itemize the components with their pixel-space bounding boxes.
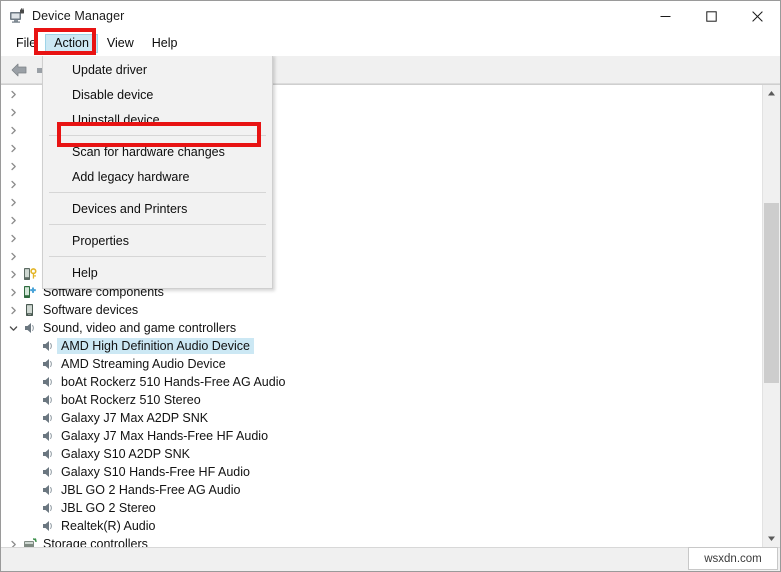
menu-item-scan-for-hardware-changes[interactable]: Scan for hardware changes xyxy=(43,139,272,164)
tree-row-label: Software devices xyxy=(43,303,139,317)
window-title: Device Manager xyxy=(32,9,125,23)
menu-separator xyxy=(49,256,266,257)
menu-view[interactable]: View xyxy=(98,34,143,54)
chevron-right-icon[interactable] xyxy=(5,288,21,297)
title-bar: Device Manager xyxy=(1,1,780,31)
tree-row-label: Galaxy J7 Max A2DP SNK xyxy=(61,411,209,425)
chevron-right-icon[interactable] xyxy=(5,234,21,243)
menu-separator xyxy=(49,192,266,193)
close-button[interactable] xyxy=(734,1,780,31)
chevron-down-icon[interactable] xyxy=(5,324,21,333)
vertical-scrollbar[interactable] xyxy=(762,85,780,547)
tree-row[interactable]: Storage controllers xyxy=(1,535,762,547)
tree-row-label: boAt Rockerz 510 Stereo xyxy=(61,393,201,407)
tree-row[interactable]: Realtek(R) Audio xyxy=(1,517,762,535)
menu-item-uninstall-device[interactable]: Uninstall device xyxy=(43,107,272,132)
tree-row-label: Storage controllers xyxy=(43,537,148,547)
chevron-right-icon[interactable] xyxy=(5,216,21,225)
security-device-icon xyxy=(21,266,39,282)
scrollbar-thumb[interactable] xyxy=(764,203,779,383)
menu-item-devices-and-printers[interactable]: Devices and Printers xyxy=(43,196,272,221)
speaker-icon xyxy=(21,320,39,336)
chevron-right-icon[interactable] xyxy=(5,306,21,315)
tree-row[interactable]: boAt Rockerz 510 Hands-Free AG Audio xyxy=(1,373,762,391)
tree-row[interactable]: Galaxy S10 Hands-Free HF Audio xyxy=(1,463,762,481)
speaker-icon xyxy=(39,392,57,408)
back-arrow-icon[interactable] xyxy=(7,59,31,81)
menu-item-properties[interactable]: Properties xyxy=(43,228,272,253)
chevron-right-icon[interactable] xyxy=(5,108,21,117)
speaker-icon xyxy=(39,428,57,444)
chevron-right-icon[interactable] xyxy=(5,198,21,207)
menu-item-disable-device[interactable]: Disable device xyxy=(43,82,272,107)
tree-row[interactable]: Software devices xyxy=(1,301,762,319)
menu-action[interactable]: Action xyxy=(45,33,98,54)
speaker-icon xyxy=(39,482,57,498)
speaker-icon xyxy=(39,464,57,480)
action-dropdown-menu[interactable]: Update driver Disable device Uninstall dev… xyxy=(42,54,273,289)
menu-item-help[interactable]: Help xyxy=(43,260,272,285)
tree-row[interactable]: JBL GO 2 Hands-Free AG Audio xyxy=(1,481,762,499)
tree-row[interactable]: Sound, video and game controllers xyxy=(1,319,762,337)
tree-row[interactable]: JBL GO 2 Stereo xyxy=(1,499,762,517)
device-manager-window: Device Manager File Action View Help Sof… xyxy=(0,0,781,572)
minimize-button[interactable] xyxy=(642,1,688,31)
status-bar xyxy=(1,547,780,571)
speaker-icon xyxy=(39,446,57,462)
speaker-icon xyxy=(39,356,57,372)
storage-controller-icon xyxy=(21,536,39,547)
tree-row[interactable]: Galaxy J7 Max Hands-Free HF Audio xyxy=(1,427,762,445)
tree-row-label: Sound, video and game controllers xyxy=(43,321,237,335)
menu-bar: File Action View Help xyxy=(1,31,780,56)
menu-help[interactable]: Help xyxy=(143,34,187,54)
scroll-up-arrow-icon[interactable] xyxy=(763,85,780,102)
menu-item-add-legacy-hardware[interactable]: Add legacy hardware xyxy=(43,164,272,189)
chevron-right-icon[interactable] xyxy=(5,90,21,99)
tree-row[interactable]: boAt Rockerz 510 Stereo xyxy=(1,391,762,409)
tree-row[interactable]: AMD Streaming Audio Device xyxy=(1,355,762,373)
tree-row-label: Galaxy S10 Hands-Free HF Audio xyxy=(61,465,250,479)
speaker-icon xyxy=(39,500,57,516)
scroll-down-arrow-icon[interactable] xyxy=(763,530,780,547)
chevron-right-icon[interactable] xyxy=(5,162,21,171)
speaker-icon xyxy=(39,338,57,354)
menu-item-update-driver[interactable]: Update driver xyxy=(43,57,272,82)
tree-row-label: JBL GO 2 Stereo xyxy=(61,501,156,515)
chevron-right-icon[interactable] xyxy=(5,252,21,261)
window-controls xyxy=(642,1,780,31)
menu-separator xyxy=(49,224,266,225)
tree-row[interactable]: Galaxy J7 Max A2DP SNK xyxy=(1,409,762,427)
device-manager-icon xyxy=(9,8,25,24)
tree-row-label: Galaxy J7 Max Hands-Free HF Audio xyxy=(61,429,269,443)
chevron-right-icon[interactable] xyxy=(5,126,21,135)
speaker-icon xyxy=(39,374,57,390)
tree-row-label: boAt Rockerz 510 Hands-Free AG Audio xyxy=(61,375,286,389)
speaker-icon xyxy=(39,518,57,534)
chevron-right-icon[interactable] xyxy=(5,180,21,189)
chevron-right-icon[interactable] xyxy=(5,144,21,153)
tree-row-label: Realtek(R) Audio xyxy=(61,519,156,533)
tree-row-selected[interactable]: AMD High Definition Audio Device xyxy=(1,337,762,355)
tree-row[interactable]: Galaxy S10 A2DP SNK xyxy=(1,445,762,463)
watermark: wsxdn.com xyxy=(688,547,778,570)
menu-file[interactable]: File xyxy=(7,34,45,54)
chevron-right-icon[interactable] xyxy=(5,270,21,279)
tree-row-label: AMD Streaming Audio Device xyxy=(61,357,226,371)
tree-row-label: JBL GO 2 Hands-Free AG Audio xyxy=(61,483,241,497)
software-device-icon xyxy=(21,302,39,318)
software-component-icon xyxy=(21,284,39,300)
tree-row-label: AMD High Definition Audio Device xyxy=(57,338,254,354)
menu-separator xyxy=(49,135,266,136)
chevron-right-icon[interactable] xyxy=(5,540,21,547)
maximize-button[interactable] xyxy=(688,1,734,31)
tree-row-label: Galaxy S10 A2DP SNK xyxy=(61,447,191,461)
speaker-icon xyxy=(39,410,57,426)
